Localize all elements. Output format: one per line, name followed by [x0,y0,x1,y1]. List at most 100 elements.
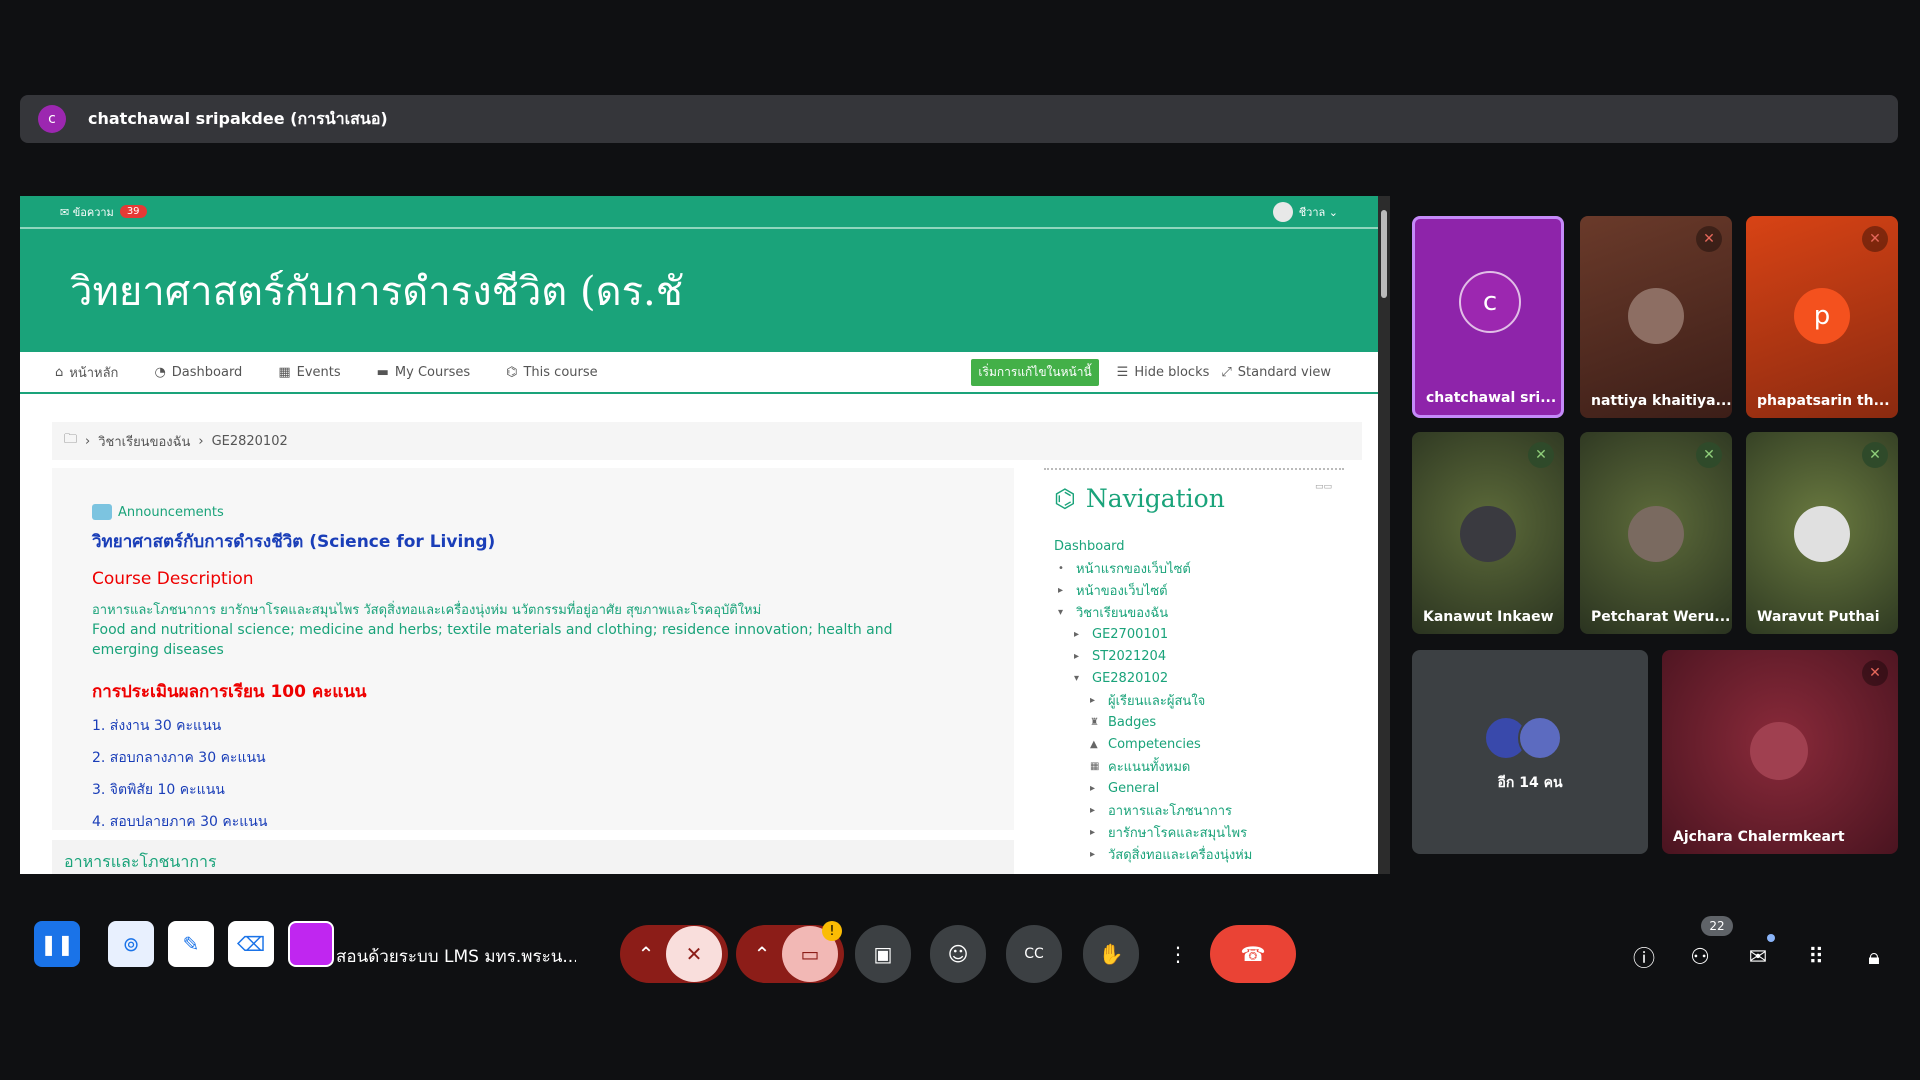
tree-item[interactable]: ▸ หน้าของเว็บไซต์ [1054,579,1334,601]
evaluation-item: 3. จิตพิสัย 10 คะแนน [92,782,225,798]
tree-item[interactable]: ▸ ผู้เรียนและผู้สนใจ [1054,689,1334,711]
evaluation-item: 2. สอบกลางภาค 30 คะแนน [92,750,266,766]
tree-item[interactable]: ▸ วัสดุสิ่งทอและเครื่องนุ่งห่ม [1054,843,1334,865]
tree-item[interactable]: ▸ General [1054,777,1334,799]
participant-name: Kanawut Inkaew [1423,609,1554,625]
edit-mode-button[interactable]: เริ่มการแก้ไขในหน้านี้ [971,358,1099,386]
tree-label: General [1108,780,1160,796]
messages-link[interactable]: ✉ ข้อความ [60,203,114,221]
pen-icon[interactable]: ✎ [168,921,214,967]
trophy-icon: ♜ [1090,716,1099,728]
forum-icon [92,504,112,520]
grades-icon: ▦ [1090,760,1100,772]
tree-item[interactable]: ▾ วิชาเรียนของฉัน [1054,601,1334,623]
nav-my-courses-label: My Courses [394,364,471,380]
participant-tile[interactable]: ✕ Ajchara Chalermkeart [1662,650,1898,854]
tree-label: ผู้เรียนและผู้สนใจ [1108,693,1206,709]
expand-icon: ⤢ [1221,364,1232,380]
chevron-up-icon[interactable]: ⌃ [742,942,782,966]
hang-up-icon[interactable]: ☎ [1210,925,1296,983]
chevron-up-icon[interactable]: ⌃ [626,942,666,966]
info-icon[interactable]: ⓘ [1627,940,1661,974]
participant-name: Waravut Puthai [1757,609,1880,625]
eraser-icon[interactable]: ⌫ [228,921,274,967]
participant-tile[interactable]: c chatchawal sri... [1412,216,1564,418]
participant-name: chatchawal sri... [1426,390,1557,406]
breadcrumb-my-courses[interactable]: วิชาเรียนของฉัน [98,431,190,452]
tree-label: หน้าแรกของเว็บไซต์ [1076,561,1191,577]
mic-off-icon: ✕ [1696,226,1722,252]
user-menu[interactable]: ชีวาล ⌄ [1272,201,1338,222]
participant-tile[interactable]: ✕ Kanawut Inkaew [1412,432,1564,634]
caret-right-icon: ▸ [1090,848,1096,860]
nav-this-course-label: This course [523,364,598,380]
announcements-link[interactable]: Announcements [92,504,974,520]
hide-blocks-button[interactable]: ☰ Hide blocks [1117,365,1210,380]
navigation-tree: Dashboard • หน้าแรกของเว็บไซต์ ▸ หน้าของเว… [1054,535,1334,865]
tree-item[interactable]: ▸ ยารักษาโรคและสมุนไพร [1054,821,1334,843]
standard-view-label: Standard view [1237,364,1331,380]
tree-label: หน้าของเว็บไซต์ [1076,583,1168,599]
tree-label: Badges [1108,714,1157,730]
tree-item[interactable]: ▾ GE2820102 [1054,667,1334,689]
presenter-avatar: c [38,105,66,133]
tree-item[interactable]: ▸ GE2700101 [1054,623,1334,645]
chat-icon[interactable]: ✉ [1741,940,1775,974]
participant-avatar [1628,288,1684,344]
list-icon: ☰ [1116,364,1129,380]
hide-blocks-label: Hide blocks [1134,364,1210,380]
dashboard-icon: ◔ [154,364,166,380]
tree-item[interactable]: • หน้าแรกของเว็บไซต์ [1054,557,1334,579]
caret-down-icon: ▾ [1058,606,1064,618]
lasso-icon[interactable]: ⊚ [108,921,154,967]
more-icon[interactable]: ⋮ [1160,925,1196,983]
tree-label: คะแนนทั้งหมด [1108,759,1191,775]
captions-icon[interactable]: CC [1006,925,1062,983]
course-title: วิทยาศาสตร์กับการดำรงชีวิต (ดร.ชั [70,268,683,315]
color-swatch[interactable] [288,921,334,967]
block-controls-icon[interactable]: ▭▭ [1315,482,1332,492]
tree-label: วิชาเรียนของฉัน [1076,605,1169,621]
others-tile[interactable]: อีก 14 คน [1412,650,1648,854]
participant-tile[interactable]: ✕ nattiya khaitiya... [1580,216,1732,418]
participant-avatar: p [1794,288,1850,344]
nav-this-course[interactable]: ⌬ This course [506,365,598,380]
tree-item[interactable]: ♜ Badges [1054,711,1334,733]
mic-off-icon[interactable]: ✕ [666,926,722,982]
participant-avatar [1628,506,1684,562]
shared-screen[interactable]: ✉ ข้อความ 39 ชีวาล ⌄ วิทยาศาสตร์กับการดำ… [20,196,1378,874]
tree-item[interactable]: ▸ อาหารและโภชนาการ [1054,799,1334,821]
shared-screen-scrollbar[interactable] [1378,196,1390,874]
participant-tile[interactable]: ✕ Petcharat Weru... [1580,432,1732,634]
navigation-title: ⌬ Navigation [1054,484,1334,513]
tree-item[interactable]: ▦ คะแนนทั้งหมด [1054,755,1334,777]
nav-events[interactable]: ▦ Events [278,365,340,380]
course-summary: Announcements วิทยาศาสตร์กับการดำรงชีวิต… [52,468,1014,830]
standard-view-button[interactable]: ⤢ Standard view [1221,365,1331,380]
folder-icon: 🗀 [64,432,78,447]
breadcrumb-course[interactable]: GE2820102 [212,434,288,449]
mic-off-icon: ✕ [1696,442,1722,468]
section-heading[interactable]: อาหารและโภชนาการ [52,840,1014,874]
presenter-bar: c chatchawal sripakdee (การนำเสนอ) [20,95,1898,143]
participant-tile[interactable]: ✕ Waravut Puthai [1746,432,1898,634]
emoji-icon[interactable]: ☺ [930,925,986,983]
nav-my-courses[interactable]: ▬ My Courses [377,365,471,380]
scroll-thumb[interactable] [1381,210,1387,298]
tree-item[interactable]: ▲ Competencies [1054,733,1334,755]
tree-item[interactable]: ▸ ST2021204 [1054,645,1334,667]
mic-control[interactable]: ⌃ ✕ [620,925,728,983]
present-icon[interactable]: ▣ [855,925,911,983]
activities-icon[interactable]: ⠿ [1799,940,1833,974]
nav-home[interactable]: ⌂ หน้าหลัก [55,362,118,383]
raise-hand-icon[interactable]: ✋ [1083,925,1139,983]
lock-icon[interactable]: 🔒︎ [1857,940,1891,974]
participant-tile[interactable]: ✕ p phapatsarin th... [1746,216,1898,418]
tree-label: อาหารและโภชนาการ [1108,803,1233,819]
nav-dashboard[interactable]: ◔ Dashboard [154,365,242,380]
message-count-badge: 39 [119,205,147,218]
pause-icon[interactable]: ❚❚ [34,921,80,967]
course-description-title: Course Description [92,569,254,589]
people-icon[interactable]: ⚇ [1683,940,1717,974]
tree-dashboard[interactable]: Dashboard [1054,535,1334,557]
